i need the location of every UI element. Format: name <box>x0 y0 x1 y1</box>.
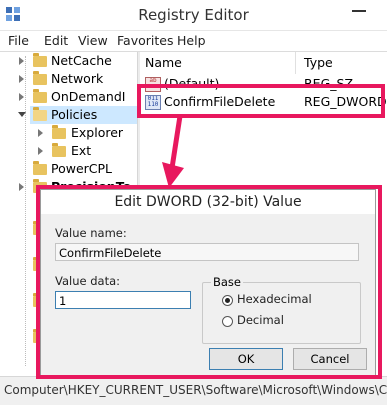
folder-icon <box>33 53 47 67</box>
highlight-box-dialog <box>36 185 382 379</box>
column-header-type[interactable]: Type <box>304 52 333 74</box>
folder-icon <box>33 89 47 103</box>
tree-item-policies[interactable]: Policies <box>30 106 137 124</box>
folder-icon <box>52 143 66 157</box>
folder-icon <box>33 71 47 85</box>
menu-help[interactable]: Help <box>177 33 206 48</box>
minimize-button[interactable] <box>352 10 366 12</box>
open-folder-icon <box>33 107 47 121</box>
status-path: Computer\HKEY_CURRENT_USER\Software\Micr… <box>4 383 387 397</box>
column-divider[interactable] <box>295 52 296 74</box>
status-bar: Computer\HKEY_CURRENT_USER\Software\Micr… <box>0 376 387 405</box>
window-title: Registry Editor <box>138 6 249 24</box>
tree-item-ext[interactable]: Ext <box>0 142 137 160</box>
tree-item-netcache[interactable]: NetCache <box>0 52 137 70</box>
expand-arrow-icon[interactable] <box>19 75 24 83</box>
tree-item-explorer[interactable]: Explorer <box>0 124 137 142</box>
expand-arrow-icon[interactable] <box>19 93 24 101</box>
annotation-arrow-icon <box>162 115 184 188</box>
expand-arrow-icon[interactable] <box>38 147 43 155</box>
menu-view[interactable]: View <box>78 33 108 48</box>
menu-edit[interactable]: Edit <box>44 33 68 48</box>
expand-arrow-icon[interactable] <box>19 57 24 65</box>
menu-favorites[interactable]: Favorites <box>117 33 173 48</box>
tree-item-ondemand[interactable]: OnDemandI <box>0 88 137 106</box>
folder-icon <box>33 161 47 175</box>
expand-arrow-icon[interactable] <box>38 129 43 137</box>
collapse-arrow-icon[interactable] <box>18 112 26 117</box>
tree-item-network[interactable]: Network <box>0 70 137 88</box>
column-header-name[interactable]: Name <box>145 52 182 74</box>
highlight-box-value <box>137 84 385 118</box>
menu-bar: File Edit View Favorites Help <box>0 31 387 52</box>
menu-file[interactable]: File <box>8 33 29 48</box>
tree-item-powercpl[interactable]: PowerCPL <box>0 160 137 178</box>
expand-arrow-icon[interactable] <box>19 183 24 191</box>
title-bar: Registry Editor <box>0 0 387 31</box>
folder-icon <box>52 125 66 139</box>
